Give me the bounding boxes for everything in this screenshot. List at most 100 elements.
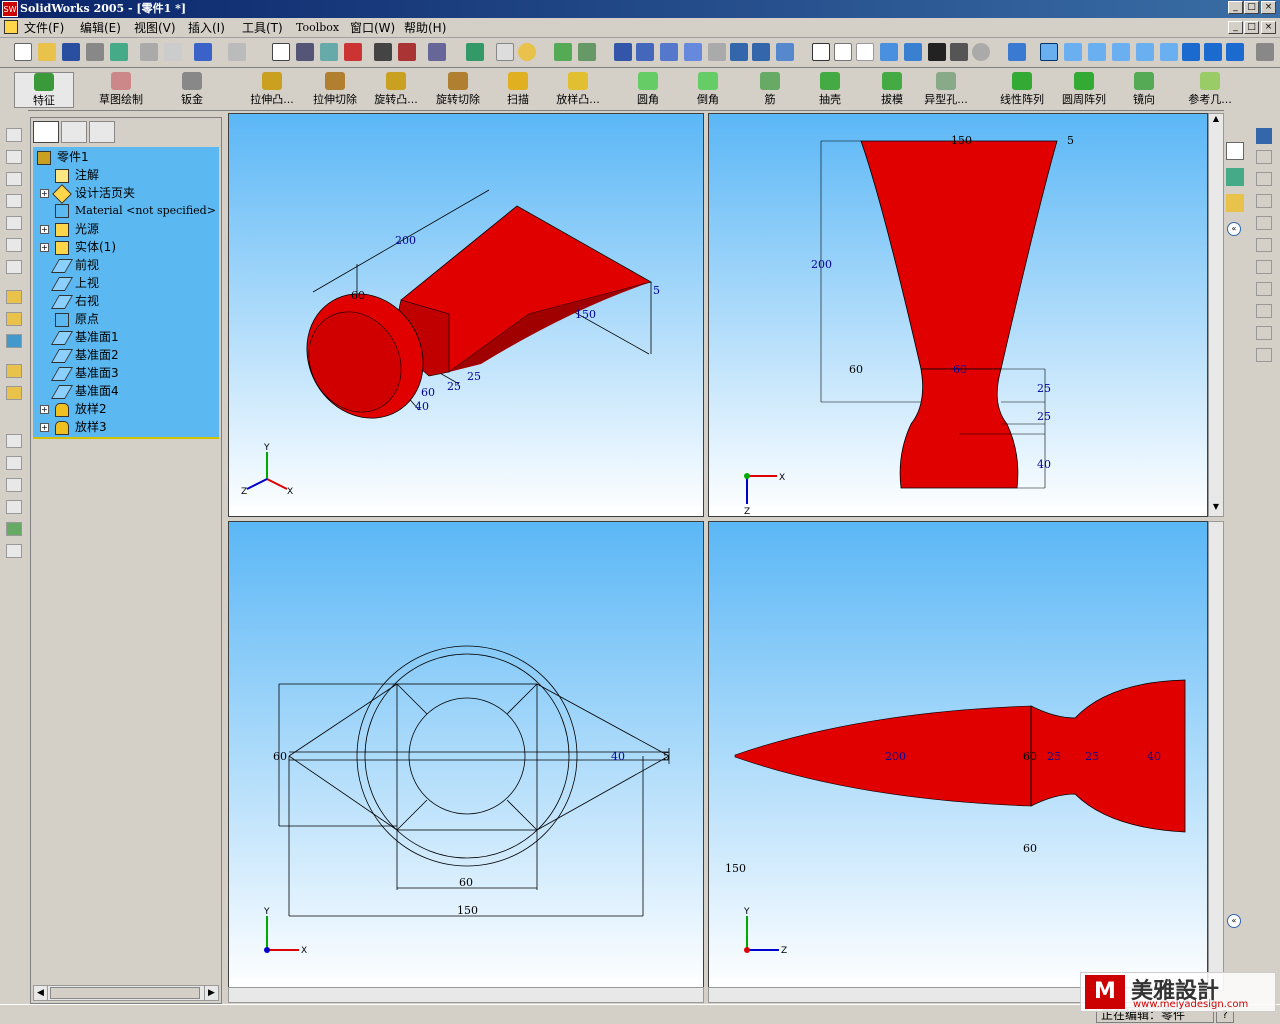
menu-view[interactable]: 视图(V) xyxy=(134,20,176,36)
pan-icon[interactable] xyxy=(752,43,770,61)
tree-item-annotations[interactable]: 注解 xyxy=(55,166,99,184)
tree-item-plane3[interactable]: 基准面3 xyxy=(50,364,119,382)
rotate-view-icon[interactable] xyxy=(730,43,748,61)
select-icon[interactable] xyxy=(272,43,290,61)
doc-restore-button[interactable]: □ xyxy=(1244,21,1259,34)
sketch-tool-icon-4[interactable] xyxy=(6,194,22,208)
view-right-icon[interactable] xyxy=(1112,43,1130,61)
collapse-task-pane-icon[interactable]: « xyxy=(1227,222,1241,236)
view-left-icon[interactable] xyxy=(1088,43,1106,61)
ref-tool-icon-3[interactable] xyxy=(1256,194,1272,208)
ref-tool-icon-6[interactable] xyxy=(1256,260,1272,274)
library-icon[interactable] xyxy=(1226,168,1244,186)
expand-solid-bodies[interactable]: + xyxy=(40,243,49,252)
rebuild-icon[interactable] xyxy=(110,43,128,61)
normal-to-icon[interactable] xyxy=(1008,43,1026,61)
tree-item-loft2[interactable]: 放样2 xyxy=(55,400,107,418)
sketch-tab[interactable]: 草图绘制 xyxy=(90,72,152,107)
configuration-manager-tab[interactable] xyxy=(89,121,115,143)
close-button[interactable]: × xyxy=(1261,1,1276,14)
save-icon[interactable] xyxy=(62,43,80,61)
expand-loft2[interactable]: + xyxy=(40,405,49,414)
tool-icon-9[interactable] xyxy=(6,456,22,470)
expand-lights[interactable]: + xyxy=(40,225,49,234)
minimize-button[interactable]: _ xyxy=(1228,1,1243,14)
realview-icon[interactable] xyxy=(972,43,990,61)
tree-item-front-plane[interactable]: 前视 xyxy=(50,256,99,274)
tree-root[interactable]: 零件1 xyxy=(37,148,89,166)
expand-loft3[interactable]: + xyxy=(40,423,49,432)
tree-item-solid-bodies[interactable]: 实体(1) xyxy=(55,238,116,256)
annotation-tool-icon[interactable] xyxy=(1256,128,1272,144)
ref-tool-icon-9[interactable] xyxy=(1256,326,1272,340)
add-relation-icon[interactable] xyxy=(6,334,22,348)
extruded-cut-button[interactable]: 拉伸切除 xyxy=(306,72,364,107)
viewport-right[interactable]: 200 60 25 25 40 60 150 Y Z xyxy=(708,521,1208,991)
zoom-area-icon[interactable] xyxy=(636,43,654,61)
measure-icon[interactable] xyxy=(466,43,484,61)
view-isometric-icon[interactable] xyxy=(1182,43,1200,61)
shaded-edges-icon[interactable] xyxy=(880,43,898,61)
sheet-metal-tab[interactable]: 钣金 xyxy=(170,72,214,107)
sketch-tool-icon-3[interactable] xyxy=(6,172,22,186)
tree-item-design-binder[interactable]: 设计活页夹 xyxy=(52,183,135,204)
ref-tool-icon-2[interactable] xyxy=(1256,172,1272,186)
pin-icon[interactable] xyxy=(1256,43,1274,61)
revolved-cut-button[interactable]: 旋转切除 xyxy=(430,72,486,107)
hole-wizard-button[interactable]: 异型孔... xyxy=(922,72,970,107)
edit-sketch-icon[interactable] xyxy=(6,290,22,304)
ref-tool-icon-8[interactable] xyxy=(1256,304,1272,318)
tree-item-material[interactable]: Material <not specified> xyxy=(55,202,216,220)
preview-icon[interactable] xyxy=(164,43,182,61)
menu-tools[interactable]: 工具(T) xyxy=(242,20,283,36)
shell-button[interactable]: 抽壳 xyxy=(812,72,848,107)
view-trimetric-icon[interactable] xyxy=(1204,43,1222,61)
fillet-button[interactable]: 圆角 xyxy=(630,72,666,107)
hidden-lines-removed-icon[interactable] xyxy=(856,43,874,61)
home-icon[interactable] xyxy=(1226,142,1244,160)
list-icon[interactable] xyxy=(496,43,514,61)
linear-pattern-button[interactable]: 线性阵列 xyxy=(994,72,1050,107)
tool-icon-8[interactable] xyxy=(6,434,22,448)
ref-tool-icon-5[interactable] xyxy=(1256,238,1272,252)
tree-item-top-plane[interactable]: 上视 xyxy=(50,274,99,292)
toolbox-icon[interactable] xyxy=(428,43,446,61)
ref-tool-icon-4[interactable] xyxy=(1256,216,1272,230)
scroll-right-arrow[interactable]: ▶ xyxy=(204,986,218,1000)
right-vertical-scrollbar[interactable] xyxy=(1208,521,1224,991)
shaded-icon[interactable] xyxy=(904,43,922,61)
chamfer-button[interactable]: 倒角 xyxy=(690,72,726,107)
tree-item-origin[interactable]: 原点 xyxy=(55,310,99,328)
front-vertical-scrollbar[interactable]: ▲ ▼ xyxy=(1208,113,1224,517)
sketch-tool-icon-5[interactable] xyxy=(6,216,22,230)
sketch-tool-icon-6[interactable] xyxy=(6,238,22,252)
rollback-bar[interactable] xyxy=(33,437,219,439)
maximize-button[interactable]: □ xyxy=(1244,1,1259,14)
rotate-component-icon[interactable] xyxy=(578,43,596,61)
tree-item-loft3[interactable]: 放样3 xyxy=(55,418,107,436)
offset-entities-icon[interactable] xyxy=(6,386,22,400)
view-front-icon[interactable] xyxy=(1040,43,1058,61)
tool-icon-12[interactable] xyxy=(6,522,22,536)
view-top-icon[interactable] xyxy=(1136,43,1154,61)
options-icon[interactable] xyxy=(398,43,416,61)
circular-pattern-button[interactable]: 圆周阵列 xyxy=(1056,72,1112,107)
grid-icon[interactable] xyxy=(374,43,392,61)
tool-icon-11[interactable] xyxy=(6,500,22,514)
open-icon[interactable] xyxy=(38,43,56,61)
solidworks-app-icon[interactable]: SW xyxy=(2,1,18,17)
rib-button[interactable]: 筋 xyxy=(756,72,784,107)
sketch-icon[interactable] xyxy=(320,43,338,61)
ref-tool-icon-1[interactable] xyxy=(1256,150,1272,164)
extruded-boss-button[interactable]: 拉伸凸... xyxy=(244,72,300,107)
draft-button[interactable]: 拔模 xyxy=(874,72,910,107)
convert-entities-icon[interactable] xyxy=(6,364,22,378)
features-tab[interactable]: 特征 xyxy=(14,72,74,108)
tool-icon-13[interactable] xyxy=(6,544,22,558)
zoom-previous-icon[interactable] xyxy=(708,43,726,61)
revolved-boss-button[interactable]: 旋转凸... xyxy=(366,72,426,107)
reference-geometry-button[interactable]: 参考几... xyxy=(1180,72,1240,107)
select-filter-icon[interactable] xyxy=(296,43,314,61)
scroll-left-arrow[interactable]: ◀ xyxy=(34,986,48,1000)
mirror-button[interactable]: 镜向 xyxy=(1126,72,1162,107)
